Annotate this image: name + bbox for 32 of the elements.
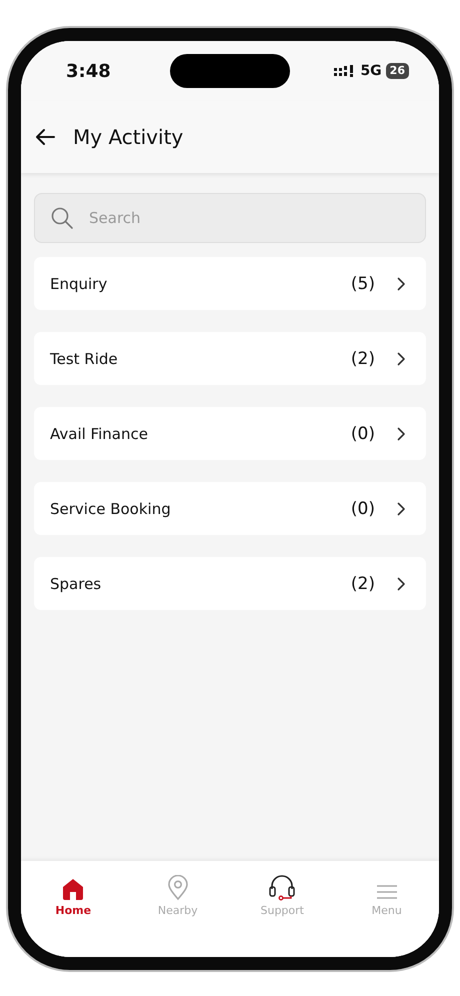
row-count: (2) xyxy=(350,574,375,594)
row-label: Spares xyxy=(50,574,102,592)
page-title: My Activity xyxy=(73,125,184,149)
status-time: 3:48 xyxy=(66,60,112,82)
activity-row[interactable]: Spares (2) xyxy=(34,557,426,610)
row-count: (0) xyxy=(350,498,375,518)
activity-row[interactable]: Service Booking (0) xyxy=(34,482,426,535)
activity-row[interactable]: Test Ride (2) xyxy=(34,332,426,385)
row-label: Service Booking xyxy=(50,500,172,518)
row-count: (0) xyxy=(350,424,375,444)
activity-row[interactable]: Enquiry (5) xyxy=(34,257,426,310)
network-label: 5G xyxy=(360,63,382,79)
row-label: Avail Finance xyxy=(50,424,149,442)
search-field[interactable]: Search xyxy=(34,193,426,243)
headset-icon xyxy=(267,873,298,901)
chevron-right-icon xyxy=(397,502,406,516)
menu-icon xyxy=(376,883,398,901)
row-label: Test Ride xyxy=(50,350,119,368)
search-icon xyxy=(50,206,74,230)
back-arrow-icon xyxy=(35,128,55,146)
chevron-right-icon xyxy=(397,426,406,440)
row-count: (5) xyxy=(350,274,375,294)
battery-indicator: 26 xyxy=(386,63,409,79)
chevron-right-icon xyxy=(397,352,406,366)
nav-tab[interactable]: Home xyxy=(21,869,126,917)
location-pin-icon xyxy=(166,875,189,901)
chevron-right-icon xyxy=(397,576,406,590)
chevron-right-icon xyxy=(397,276,406,290)
row-count: (2) xyxy=(350,348,375,368)
row-label: Enquiry xyxy=(50,274,108,292)
activity-row[interactable]: Avail Finance (0) xyxy=(34,407,426,460)
home-icon xyxy=(61,877,86,901)
